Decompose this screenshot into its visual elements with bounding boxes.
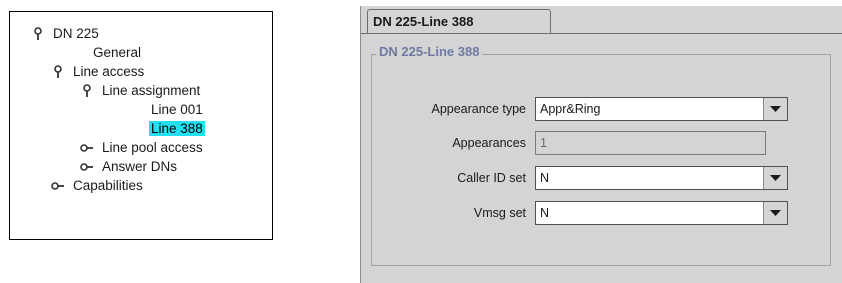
tree-node-label: Capabilities [73, 178, 143, 193]
tree-node-label: Line assignment [102, 83, 201, 98]
tree-node-dn-225[interactable]: DN 225 [31, 26, 101, 41]
vmsg-set-value: N [540, 206, 550, 220]
appearance-type-select[interactable]: Appr&Ring [535, 97, 788, 121]
caller-id-set-label: Caller ID set [457, 171, 526, 185]
collapsed-node-icon[interactable] [51, 179, 65, 193]
navigation-tree: DN 225 General Line access Line assignme… [9, 11, 273, 240]
properties-dialog: DN 225-Line 388 DN 225-Line 388 Appearan… [360, 6, 842, 283]
appearances-value: 1 [540, 136, 547, 150]
tree-node-general[interactable]: General [91, 45, 143, 60]
tree-node-capabilities[interactable]: Capabilities [51, 178, 145, 193]
tree-node-line-pool-access[interactable]: Line pool access [80, 140, 205, 155]
appearance-type-value: Appr&Ring [540, 102, 601, 116]
collapsed-node-icon[interactable] [80, 141, 94, 155]
expanded-node-icon[interactable] [80, 83, 94, 98]
caller-id-set-select[interactable]: N [535, 166, 788, 190]
tree-node-label: Line 001 [151, 102, 203, 117]
tree-node-line-access[interactable]: Line access [51, 64, 146, 79]
tree-node-line-assignment[interactable]: Line assignment [80, 83, 202, 98]
tree-node-label: Line access [73, 64, 145, 79]
tree-node-label: Line pool access [102, 140, 203, 155]
expanded-node-icon[interactable] [51, 64, 65, 79]
appearances-label: Appearances [452, 136, 526, 150]
properties-group-box [371, 54, 831, 266]
vmsg-set-select[interactable]: N [535, 201, 788, 225]
dropdown-arrow-icon [770, 175, 781, 181]
tree-node-line-001[interactable]: Line 001 [149, 102, 205, 117]
caller-id-set-dropdown-button[interactable] [763, 167, 787, 189]
group-title: DN 225-Line 388 [376, 44, 483, 59]
tab-dn-225-line-388[interactable]: DN 225-Line 388 [367, 9, 551, 33]
vmsg-set-dropdown-button[interactable] [763, 202, 787, 224]
tree-node-label: DN 225 [53, 26, 99, 41]
tree-node-label: Line 388 [149, 121, 205, 136]
appearance-type-label: Appearance type [431, 102, 526, 116]
collapsed-node-icon[interactable] [80, 160, 94, 174]
tree-node-line-388[interactable]: Line 388 [149, 121, 205, 136]
tree-node-answer-dns[interactable]: Answer DNs [80, 159, 179, 174]
vmsg-set-label: Vmsg set [473, 206, 526, 220]
dropdown-arrow-icon [770, 106, 781, 112]
tab-strip-divider [361, 33, 842, 34]
appearances-field: 1 [535, 131, 766, 155]
appearance-type-dropdown-button[interactable] [763, 98, 787, 120]
expanded-node-icon[interactable] [31, 26, 45, 41]
dropdown-arrow-icon [770, 210, 781, 216]
tree-node-label: General [93, 45, 142, 60]
caller-id-set-value: N [540, 171, 550, 185]
tree-node-label: Answer DNs [102, 159, 178, 174]
